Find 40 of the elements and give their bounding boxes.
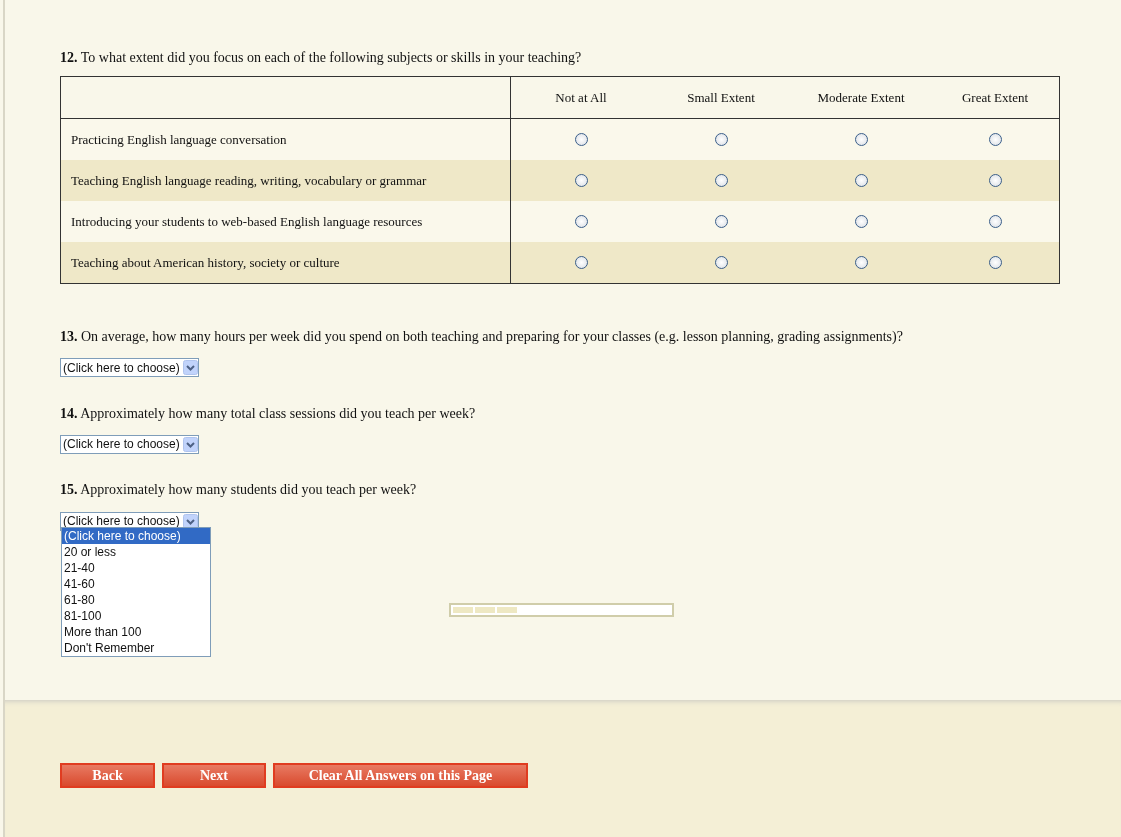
dropdown-option[interactable]: 21-40	[62, 560, 210, 577]
column-header: Small Extent	[687, 88, 755, 107]
radio-button[interactable]	[714, 255, 728, 269]
dropdown-option[interactable]: Don't Remember	[62, 640, 210, 657]
radio-button[interactable]	[854, 173, 868, 187]
column-header: Not at All	[555, 88, 607, 107]
question-text: 14. Approximately how many total class sessions did you teach per week?	[60, 405, 477, 423]
radio-button[interactable]	[574, 173, 588, 187]
radio-button[interactable]	[854, 132, 868, 146]
question-text: 15. Approximately how many students did you teach per week?	[60, 482, 418, 500]
question-text: 13. On average, how many hours per week did you spend on both teaching and preparing for your classes (e.g. lesson planning, grading assignments)?	[60, 328, 904, 346]
radio-button[interactable]	[988, 132, 1002, 146]
dropdown-option[interactable]: 41-60	[62, 576, 210, 593]
radio-button[interactable]	[714, 214, 728, 228]
radio-button[interactable]	[854, 255, 868, 269]
radio-button[interactable]	[574, 132, 588, 146]
radio-button[interactable]	[854, 214, 868, 228]
dropdown-field[interactable]: (Click here to choose)	[60, 358, 199, 378]
dropdown-option[interactable]: (Click here to choose)	[62, 528, 210, 545]
dropdown-option[interactable]: 61-80	[62, 592, 210, 609]
column-header: Great Extent	[961, 88, 1029, 107]
radio-button[interactable]	[574, 255, 588, 269]
row-label: Introducing your students to web-based English language resources	[61, 200, 511, 242]
radio-button[interactable]	[574, 214, 588, 228]
dropdown-field[interactable]: (Click here to choose)	[60, 434, 199, 454]
nav-button[interactable]: Back	[60, 763, 155, 788]
question-text: 12. To what extent did you focus on each of the following subjects or skills in your teaching?	[60, 50, 583, 67]
dropdown-option[interactable]: 20 or less	[62, 544, 210, 561]
radio-button[interactable]	[714, 132, 728, 146]
radio-button[interactable]	[988, 214, 1002, 228]
row-label: Teaching English language reading, writing, vocabulary or grammar	[61, 159, 511, 201]
row-label: Teaching about American history, society or culture	[61, 241, 511, 283]
nav-button[interactable]: Clear All Answers on this Page	[273, 763, 528, 788]
radio-button[interactable]	[988, 255, 1002, 269]
radio-button[interactable]	[988, 173, 1002, 187]
radio-button[interactable]	[714, 173, 728, 187]
dropdown-option[interactable]: More than 100	[62, 624, 210, 641]
row-label: Practicing English language conversation	[61, 118, 511, 160]
column-header: Moderate Extent	[817, 88, 905, 107]
dropdown-option[interactable]: 81-100	[62, 608, 210, 625]
